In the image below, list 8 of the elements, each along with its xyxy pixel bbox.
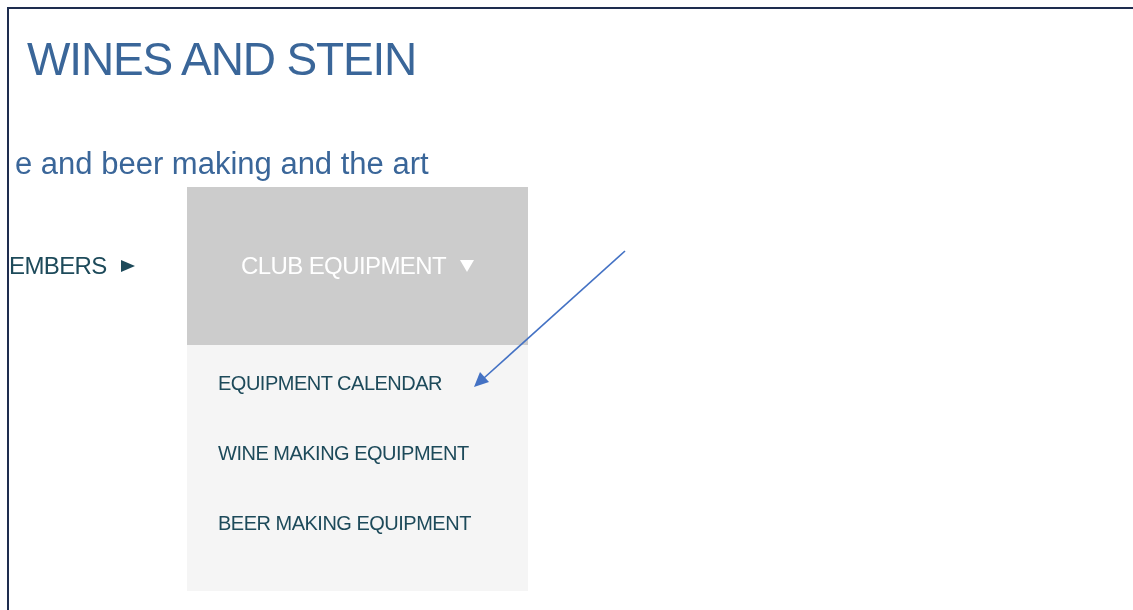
caret-icon xyxy=(460,260,474,272)
right-triangle-icon xyxy=(120,260,135,272)
menu-item[interactable]: BEER MAKING EQUIPMENT xyxy=(218,506,471,576)
menu-item[interactable]: EQUIPMENT CALENDAR xyxy=(218,366,442,436)
menu-item[interactable]: WINE MAKING EQUIPMENT xyxy=(218,436,469,506)
tagline: e and beer making and the art xyxy=(15,145,429,183)
site-title: WINES AND STEIN xyxy=(27,32,417,87)
nav-link[interactable]: EMBERS xyxy=(9,187,187,345)
